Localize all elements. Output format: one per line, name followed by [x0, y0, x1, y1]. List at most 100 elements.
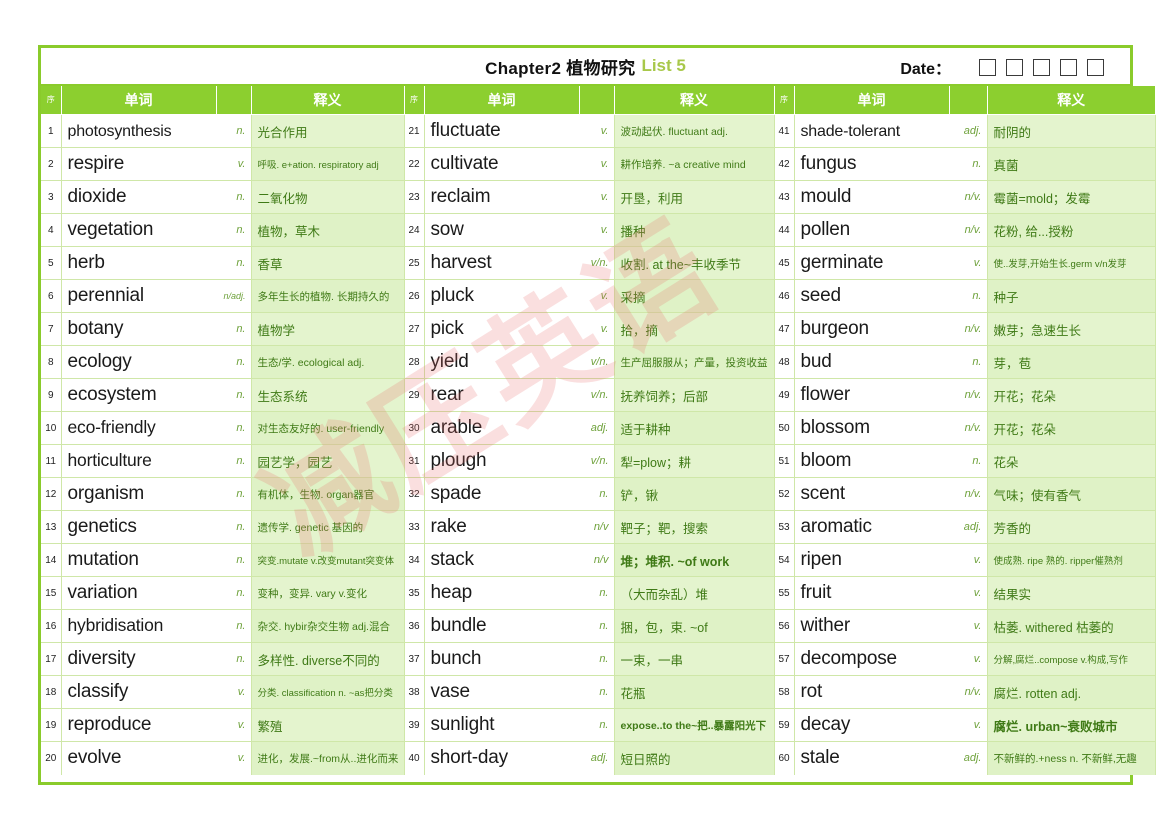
definition: 香草: [251, 246, 405, 280]
part-of-speech: n/v.: [949, 180, 988, 214]
definition: expose..to the~把..暴露阳光下: [614, 708, 775, 742]
table-row: 20 evolve v. 进化，发展.~from从..进化而来 40 short-day a…: [41, 741, 1156, 775]
row-number: 38: [403, 675, 425, 709]
definition: 波动起伏. fluctuant adj.: [614, 114, 775, 148]
row-number: 28: [403, 345, 425, 379]
definition: 霉菌=mold；发霉: [987, 180, 1156, 214]
date-box-4[interactable]: [1060, 58, 1077, 76]
vocabulary-word: heap: [424, 576, 579, 610]
definition: 一束，一串: [614, 642, 775, 676]
definition: 结果实: [987, 576, 1156, 610]
date-box-1[interactable]: [979, 58, 996, 76]
definition: 拾，摘: [614, 312, 775, 346]
vocabulary-word: photosynthesis: [61, 114, 216, 148]
table-row: 1 photosynthesis n. 光合作用 21 fluctuate v. 波动起伏. …: [41, 114, 1156, 148]
part-of-speech: n/v.: [949, 378, 988, 412]
row-number: 34: [403, 543, 425, 577]
definition: 光合作用: [251, 114, 405, 148]
part-of-speech: n.: [216, 543, 252, 577]
header-def-3: 释义: [987, 86, 1155, 115]
part-of-speech: n.: [216, 312, 252, 346]
part-of-speech: v.: [216, 741, 252, 775]
vocabulary-word: decay: [794, 708, 949, 742]
part-of-speech: n.: [216, 345, 252, 379]
part-of-speech: n.: [579, 477, 615, 511]
definition: 呼吸. e+ation. respiratory adj: [251, 147, 405, 181]
vocabulary-word: fluctuate: [424, 114, 579, 148]
vocabulary-word: burgeon: [794, 312, 949, 346]
table-row: 10 eco-friendly n. 对生态友好的. user-friendly 30 a…: [41, 411, 1156, 445]
row-number: 30: [403, 411, 425, 445]
row-number: 50: [773, 411, 795, 445]
row-number: 14: [41, 543, 62, 577]
vocabulary-word: bundle: [424, 609, 579, 643]
part-of-speech: n.: [579, 609, 615, 643]
row-number: 35: [403, 576, 425, 610]
row-number: 13: [41, 510, 62, 544]
vocabulary-word: cultivate: [424, 147, 579, 181]
part-of-speech: v.: [949, 708, 988, 742]
row-number: 52: [773, 477, 795, 511]
vocabulary-word: bloom: [794, 444, 949, 478]
vocabulary-word: blossom: [794, 411, 949, 445]
row-number: 2: [41, 147, 62, 181]
header-def-2: 释义: [614, 86, 775, 115]
definition: 园艺学，园艺: [251, 444, 405, 478]
header-word-1: 单词: [61, 86, 217, 115]
part-of-speech: v.: [949, 642, 988, 676]
part-of-speech: n/v.: [949, 675, 988, 709]
part-of-speech: n.: [579, 576, 615, 610]
definition: 短日照的: [614, 741, 775, 775]
vocabulary-word: ripen: [794, 543, 949, 577]
row-number: 59: [773, 708, 795, 742]
row-number: 41: [773, 114, 795, 148]
definition: 堆；堆积. ~of work: [614, 543, 775, 577]
table-wrapper: 序 单词 释义 序 单词 释义 序 单词 释义 1 photosynthesis…: [41, 86, 1156, 775]
row-number: 40: [403, 741, 425, 775]
row-number: 1: [41, 114, 62, 148]
vocabulary-word: pick: [424, 312, 579, 346]
table-row: 17 diversity n. 多样性. diverse不同的 37 bunch n. 一束，…: [41, 642, 1156, 676]
row-number: 55: [773, 576, 795, 610]
definition: 采摘: [614, 279, 775, 313]
part-of-speech: n.: [949, 279, 988, 313]
row-number: 6: [41, 279, 62, 313]
vocabulary-word: evolve: [61, 741, 216, 775]
definition: 犁=plow；耕: [614, 444, 775, 478]
vocabulary-word: shade-tolerant: [794, 114, 949, 148]
definition: 繁殖: [251, 708, 405, 742]
definition: 靶子；靶，搜索: [614, 510, 775, 544]
vocabulary-word: organism: [61, 477, 216, 511]
vocabulary-word: rake: [424, 510, 579, 544]
date-box-2[interactable]: [1006, 58, 1023, 76]
part-of-speech: n.: [949, 444, 988, 478]
row-number: 25: [403, 246, 425, 280]
vocabulary-word: dioxide: [61, 180, 216, 214]
row-number: 12: [41, 477, 62, 511]
part-of-speech: v.: [949, 543, 988, 577]
table-row: 2 respire v. 呼吸. e+ation. respiratory adj 22…: [41, 147, 1156, 181]
vocabulary-word: stack: [424, 543, 579, 577]
row-number: 57: [773, 642, 795, 676]
vocabulary-word: respire: [61, 147, 216, 181]
header-pos-3: [949, 86, 988, 115]
table-row: 18 classify v. 分类. classification n. ~as把分类…: [41, 675, 1156, 709]
row-number: 32: [403, 477, 425, 511]
definition: 种子: [987, 279, 1156, 313]
vocabulary-word: seed: [794, 279, 949, 313]
vocabulary-word: vegetation: [61, 213, 216, 247]
row-number: 16: [41, 609, 62, 643]
row-number: 46: [773, 279, 795, 313]
row-number: 26: [403, 279, 425, 313]
row-number: 29: [403, 378, 425, 412]
date-box-3[interactable]: [1033, 58, 1050, 76]
row-number: 49: [773, 378, 795, 412]
definition: 花瓶: [614, 675, 775, 709]
part-of-speech: n/adj.: [216, 279, 252, 313]
definition: 开花；花朵: [987, 411, 1156, 445]
date-box-5[interactable]: [1087, 58, 1104, 76]
part-of-speech: n.: [216, 246, 252, 280]
row-number: 47: [773, 312, 795, 346]
part-of-speech: n/v: [579, 510, 615, 544]
vocabulary-word: bud: [794, 345, 949, 379]
